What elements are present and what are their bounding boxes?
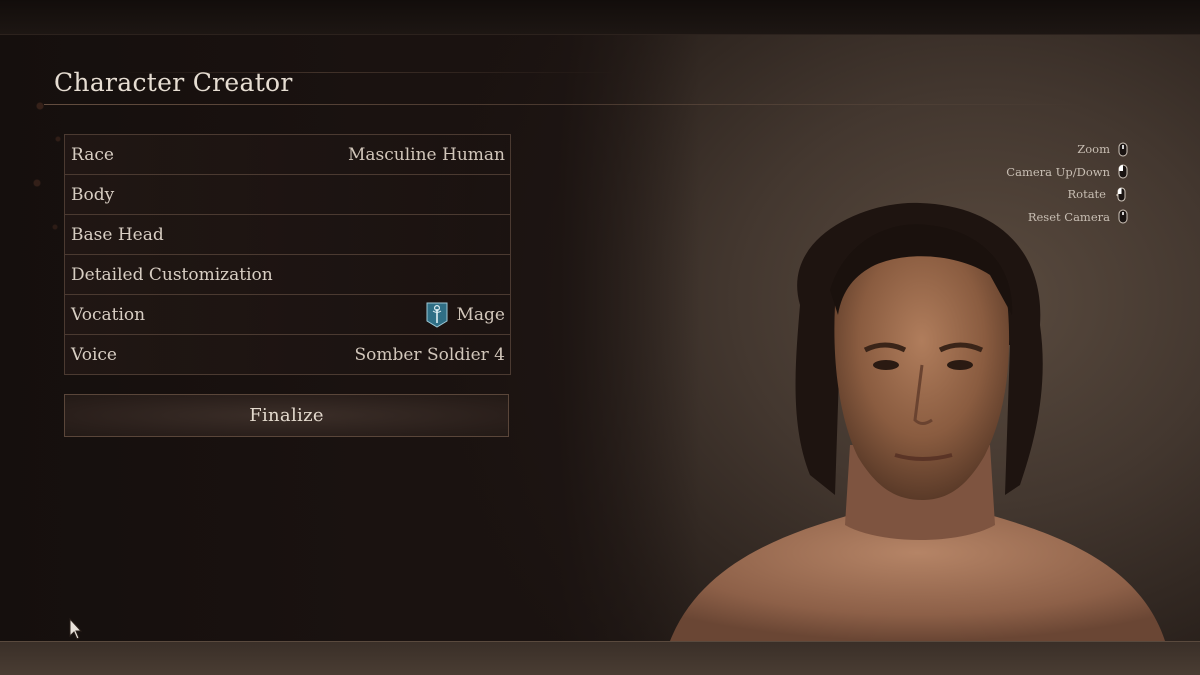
mouse-wheel-icon xyxy=(1118,142,1128,157)
menu-item-detailed-customization[interactable]: Detailed Customization xyxy=(65,255,510,295)
title-divider xyxy=(44,104,1084,105)
creator-menu: Race Masculine Human Body Base Head Deta… xyxy=(64,134,511,375)
control-label: Reset Camera xyxy=(1027,209,1110,224)
mouse-click-icon xyxy=(1118,209,1128,224)
control-zoom: Zoom xyxy=(868,138,1128,161)
control-label: Camera Up/Down xyxy=(1006,164,1110,179)
character-model[interactable] xyxy=(660,195,1180,641)
finalize-button[interactable]: Finalize xyxy=(64,394,509,437)
mouse-drag-icon xyxy=(1116,187,1126,202)
menu-item-race[interactable]: Race Masculine Human xyxy=(65,135,510,175)
menu-item-voice[interactable]: Voice Somber Soldier 4 xyxy=(65,335,510,375)
menu-item-label: Race xyxy=(71,144,114,165)
menu-item-label: Vocation xyxy=(71,304,146,325)
menu-item-label: Detailed Customization xyxy=(71,264,273,285)
finalize-label: Finalize xyxy=(249,405,324,426)
page-title: Character Creator xyxy=(54,68,293,97)
camera-controls-legend: Zoom Camera Up/Down Rotate Reset Camera xyxy=(868,138,1128,228)
mouse-cursor-icon xyxy=(69,618,83,640)
mouse-wheel-icon xyxy=(1118,164,1128,179)
menu-item-label: Voice xyxy=(71,344,117,365)
game-screen: Character Creator Race Masculine Human B… xyxy=(0,0,1200,675)
menu-item-base-head[interactable]: Base Head xyxy=(65,215,510,255)
menu-item-vocation[interactable]: Vocation Mage xyxy=(65,295,510,335)
menu-item-value-group: Mage xyxy=(426,302,506,328)
letterbox-top xyxy=(0,0,1200,35)
menu-item-label: Base Head xyxy=(71,224,164,245)
mage-staff-icon xyxy=(426,302,447,328)
menu-item-body[interactable]: Body xyxy=(65,175,510,215)
control-rotate: Rotate xyxy=(868,183,1128,206)
vocation-value: Mage xyxy=(456,304,506,325)
control-label: Rotate xyxy=(1067,187,1107,202)
menu-item-value: Masculine Human xyxy=(347,144,505,165)
control-label: Zoom xyxy=(1077,142,1110,157)
letterbox-bottom xyxy=(0,641,1200,675)
menu-item-label: Body xyxy=(71,184,115,205)
menu-item-value: Somber Soldier 4 xyxy=(354,344,505,365)
control-camera-up-down: Camera Up/Down xyxy=(868,161,1128,184)
control-reset-camera: Reset Camera xyxy=(868,206,1128,229)
